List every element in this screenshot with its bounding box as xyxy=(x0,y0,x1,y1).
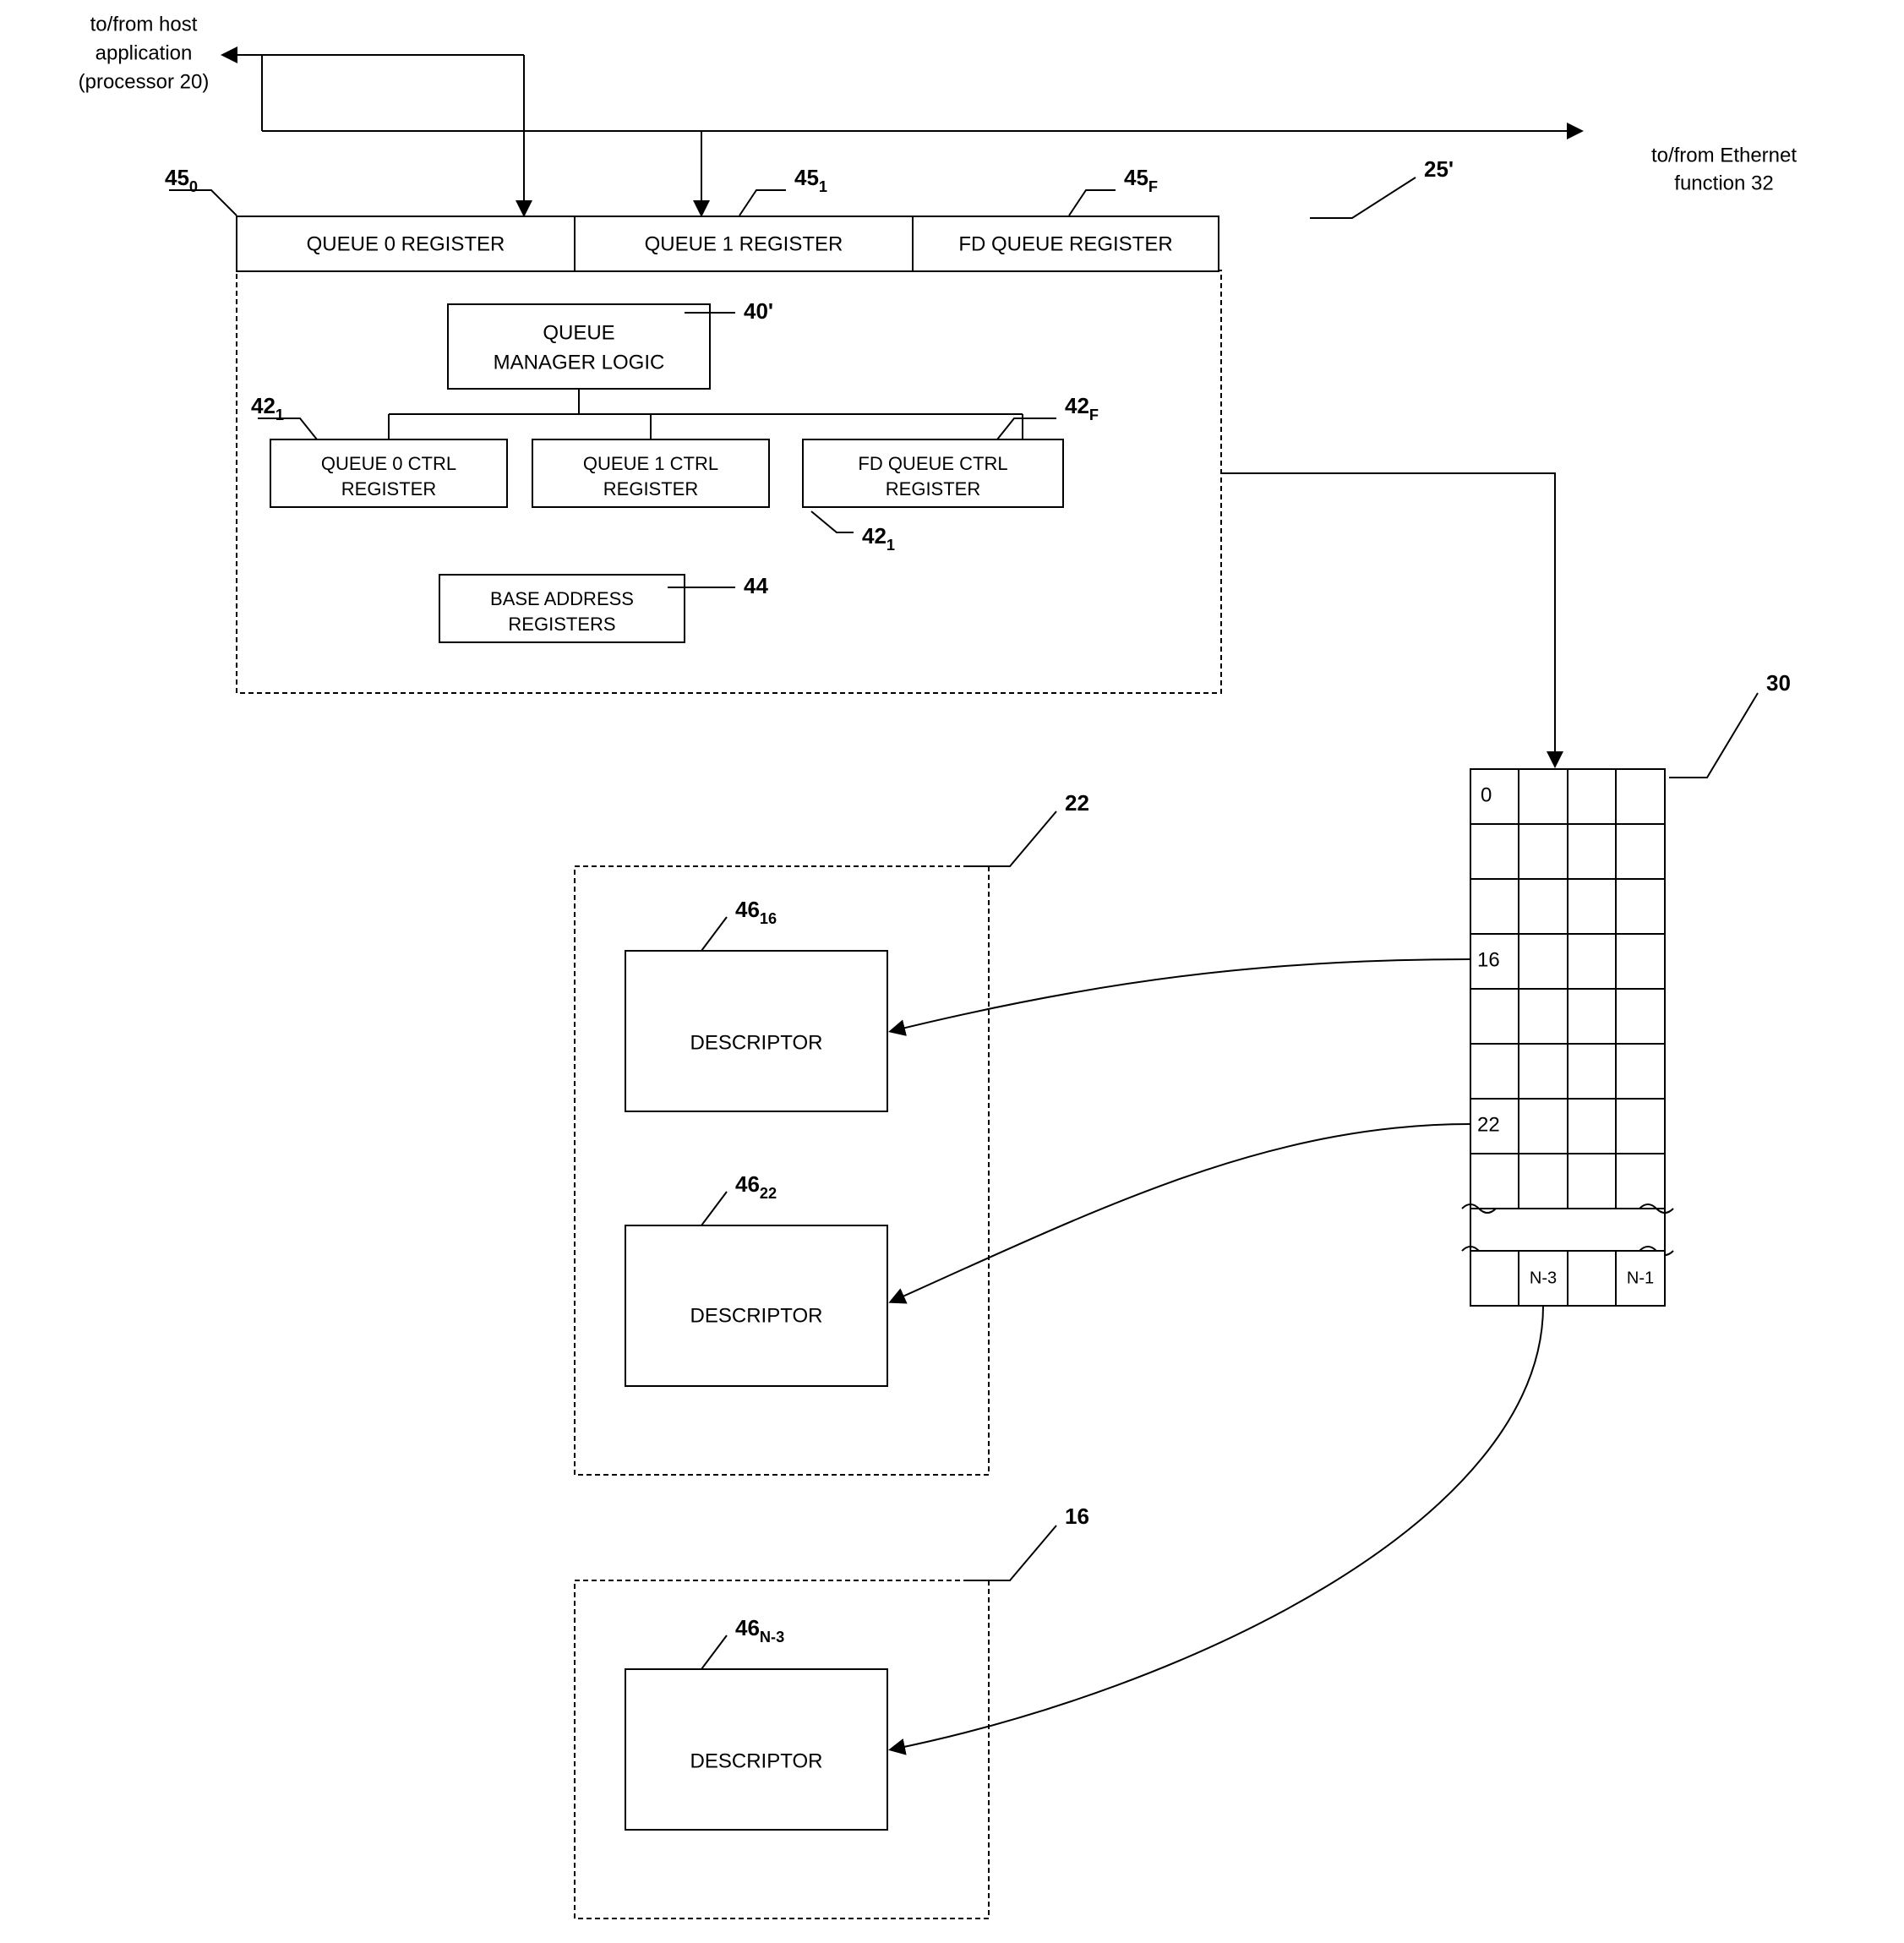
q1ctrl-label-1: QUEUE 1 CTRL xyxy=(583,453,718,474)
host-label-2: application xyxy=(95,41,193,64)
descriptor-22-label: DESCRIPTOR xyxy=(690,1304,823,1327)
baseaddr-label-2: REGISTERS xyxy=(508,614,615,635)
arrow-cell16-to-desc xyxy=(892,959,1470,1031)
q1-register-label: QUEUE 1 REGISTER xyxy=(645,232,843,255)
ref-45-1-leader xyxy=(739,190,786,216)
ref-45-F: 45F xyxy=(1124,165,1158,195)
grid-cell-n1: N-1 xyxy=(1627,1269,1654,1287)
fdqctrl-label-2: REGISTER xyxy=(886,478,980,499)
ref-46-N3: 46N-3 xyxy=(735,1615,784,1646)
ref-46-n3-leader xyxy=(676,1635,727,1669)
grid-cell-16: 16 xyxy=(1477,948,1500,971)
ref-30-leader xyxy=(1669,693,1758,778)
host-label-3: (processor 20) xyxy=(79,70,210,93)
to-memory-arrow xyxy=(1221,473,1555,765)
ref-45-F-leader xyxy=(1069,190,1116,216)
descriptor-n3-label: DESCRIPTOR xyxy=(690,1749,823,1772)
q0-register-label: QUEUE 0 REGISTER xyxy=(307,232,505,255)
ref-46-16-leader xyxy=(676,917,727,951)
q0ctrl-label-2: REGISTER xyxy=(341,478,436,499)
eth-label-1: to/from Ethernet xyxy=(1651,144,1797,166)
ref-30: 30 xyxy=(1766,670,1791,696)
q0ctrl-label-1: QUEUE 0 CTRL xyxy=(321,453,456,474)
ref-22-leader xyxy=(963,811,1056,866)
q1ctrl-label-2: REGISTER xyxy=(603,478,698,499)
ref-45-1: 451 xyxy=(794,165,827,195)
eth-label-2: function 32 xyxy=(1674,172,1773,194)
ref-16: 16 xyxy=(1065,1504,1089,1529)
arrow-cell22-to-desc xyxy=(892,1124,1470,1302)
qml-label-2: MANAGER LOGIC xyxy=(494,351,665,374)
ref-42-1b-leader xyxy=(811,511,854,532)
qml-label-1: QUEUE xyxy=(543,321,614,344)
qml-box xyxy=(448,304,710,389)
ref-25prime: 25' xyxy=(1424,156,1454,182)
ref-46-22-leader xyxy=(676,1192,727,1225)
grid-cell-0: 0 xyxy=(1481,783,1492,806)
diagram-canvas: to/from host application (processor 20) … xyxy=(0,0,1904,1943)
ref-42-F: 42F xyxy=(1065,393,1099,423)
grid-cell-n3: N-3 xyxy=(1530,1269,1557,1287)
ref-46-16: 4616 xyxy=(735,897,777,927)
ref-25prime-leader xyxy=(1310,177,1416,218)
ref-16-leader xyxy=(963,1525,1056,1580)
ref-40prime: 40' xyxy=(744,298,773,324)
baseaddr-label-1: BASE ADDRESS xyxy=(490,588,634,609)
ref-45-0-leader xyxy=(169,190,237,216)
memory-grid xyxy=(1470,769,1665,1209)
descriptor-16-label: DESCRIPTOR xyxy=(690,1031,823,1054)
ref-42-1a-leader xyxy=(258,418,317,439)
ref-42-F-leader xyxy=(997,418,1056,439)
ref-22: 22 xyxy=(1065,790,1089,816)
fdq-register-label: FD QUEUE REGISTER xyxy=(958,232,1172,255)
grid-cell-22: 22 xyxy=(1477,1113,1500,1136)
host-label-1: to/from host xyxy=(90,13,198,35)
ref-46-22: 4622 xyxy=(735,1171,777,1202)
ref-42-1b: 421 xyxy=(862,523,895,554)
fdqctrl-label-1: FD QUEUE CTRL xyxy=(858,453,1007,474)
ref-44: 44 xyxy=(744,573,768,598)
